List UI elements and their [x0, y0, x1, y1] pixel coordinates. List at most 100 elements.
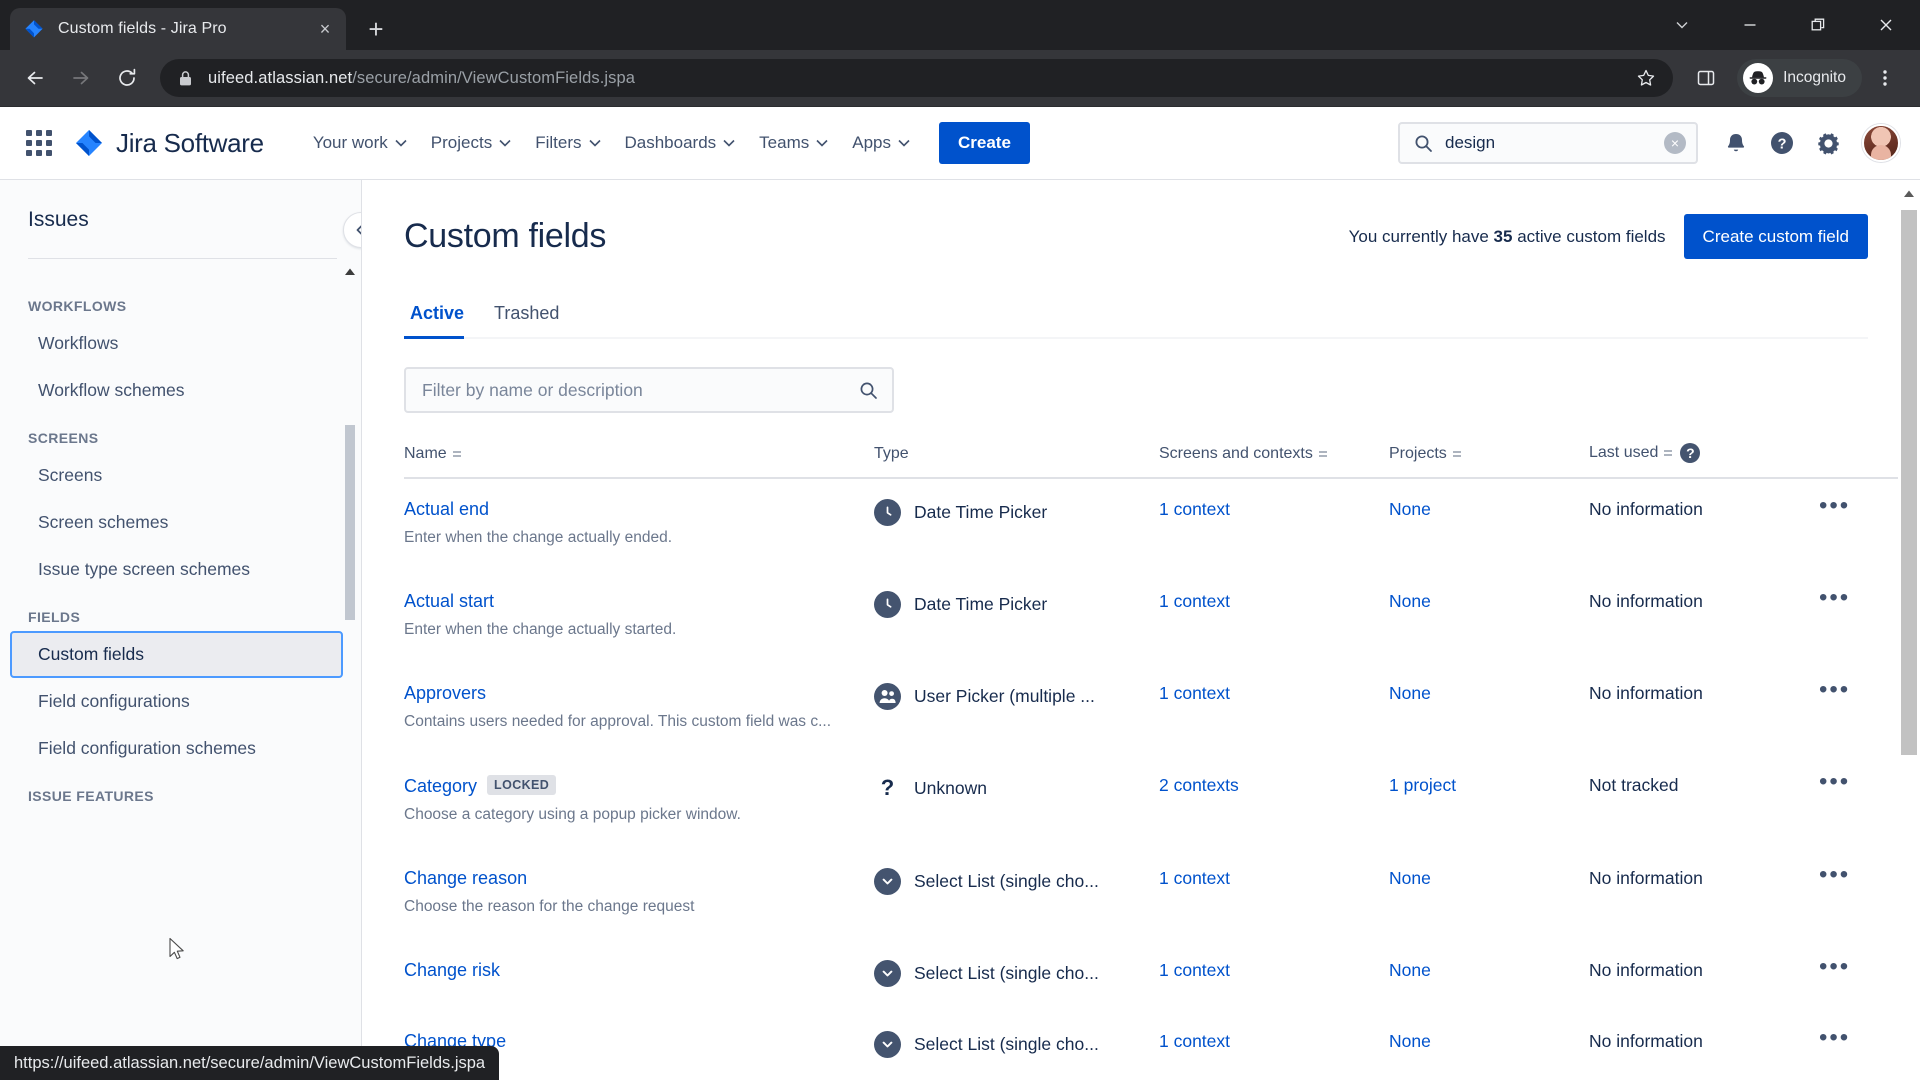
last-used-help-icon[interactable]: ? — [1680, 443, 1701, 463]
field-name-link[interactable]: Actual end — [404, 499, 489, 520]
scroll-up-arrow-icon[interactable] — [1903, 186, 1915, 204]
sidebar-item-screens[interactable]: Screens — [10, 452, 343, 499]
field-name-link[interactable]: Change reason — [404, 868, 527, 889]
column-header-screens-contexts-label: Screens and contexts — [1159, 445, 1313, 462]
column-header-last-used[interactable]: Last used ? — [1589, 443, 1819, 479]
column-header-screens-contexts[interactable]: Screens and contexts — [1159, 443, 1389, 479]
row-actions-menu-icon[interactable]: ••• — [1819, 585, 1909, 610]
new-tab-button[interactable]: + — [358, 11, 394, 47]
sidebar-item-screen-schemes[interactable]: Screen schemes — [10, 499, 343, 546]
field-name-link[interactable]: Actual start — [404, 591, 494, 612]
browser-tab[interactable]: Custom fields - Jira Pro × — [10, 8, 346, 50]
projects-link[interactable]: None — [1389, 1031, 1431, 1051]
contexts-link[interactable]: 1 context — [1159, 591, 1230, 611]
projects-link[interactable]: None — [1389, 960, 1431, 980]
chevron-down-icon — [588, 139, 601, 147]
nav-projects[interactable]: Projects — [420, 123, 522, 163]
tab-trashed[interactable]: Trashed — [488, 297, 569, 337]
sidebar-item-field-configurations[interactable]: Field configurations — [10, 678, 343, 725]
sidebar-item-issue-type-screen-schemes[interactable]: Issue type screen schemes — [10, 546, 343, 593]
field-name-link[interactable]: Category — [404, 776, 477, 797]
row-actions-menu-icon[interactable]: ••• — [1819, 1025, 1909, 1050]
clear-search-icon[interactable]: × — [1664, 132, 1686, 154]
field-description: Enter when the change actually ended. — [404, 529, 672, 546]
chevron-down-icon — [723, 139, 735, 147]
last-used-value: No information — [1589, 959, 1703, 980]
contexts-link[interactable]: 1 context — [1159, 1031, 1230, 1051]
projects-link[interactable]: None — [1389, 591, 1431, 611]
row-actions-menu-icon[interactable]: ••• — [1819, 493, 1909, 518]
contexts-link[interactable]: 1 context — [1159, 960, 1230, 980]
contexts-link[interactable]: 2 contexts — [1159, 775, 1239, 795]
filter-fields-input[interactable] — [404, 367, 894, 413]
row-actions-menu-icon[interactable]: ••• — [1819, 862, 1909, 887]
row-actions-menu-icon[interactable]: ••• — [1819, 769, 1909, 794]
sidebar-item-field-configuration-schemes[interactable]: Field configuration schemes — [10, 725, 343, 772]
settings-gear-icon[interactable] — [1806, 121, 1850, 165]
browser-tab-strip: Custom fields - Jira Pro × + — [0, 0, 1920, 50]
field-name-link[interactable]: Approvers — [404, 683, 486, 704]
address-bar[interactable]: uifeed.atlassian.net/secure/admin/ViewCu… — [160, 59, 1674, 97]
tab-active[interactable]: Active — [404, 297, 474, 339]
nav-dashboards-label: Dashboards — [624, 133, 717, 152]
app-switcher-icon[interactable] — [22, 126, 56, 160]
minimize-icon[interactable] — [1716, 0, 1784, 50]
row-actions-menu-icon[interactable]: ••• — [1819, 954, 1909, 979]
create-button[interactable]: Create — [939, 122, 1030, 164]
cell-projects: None — [1389, 848, 1589, 940]
browser-toolbar: uifeed.atlassian.net/secure/admin/ViewCu… — [0, 50, 1920, 107]
users-icon — [874, 682, 901, 710]
sidebar-item-workflow-schemes[interactable]: Workflow schemes — [10, 367, 343, 414]
reload-button[interactable] — [106, 57, 148, 99]
global-search-input[interactable]: design × — [1398, 122, 1698, 164]
custom-fields-table: Name Type Screens and contexts Projects — [404, 443, 1909, 1080]
sidebar-item-custom-fields[interactable]: Custom fields — [10, 631, 343, 678]
page-scrollbar-thumb[interactable] — [1901, 210, 1917, 755]
projects-link[interactable]: 1 project — [1389, 775, 1456, 795]
projects-link[interactable]: None — [1389, 683, 1431, 703]
sidebar-item-workflows[interactable]: Workflows — [10, 320, 343, 367]
create-custom-field-button[interactable]: Create custom field — [1683, 214, 1868, 259]
bookmark-star-icon[interactable] — [1631, 63, 1661, 93]
side-panel-icon[interactable] — [1685, 57, 1727, 99]
forward-button[interactable] — [60, 57, 102, 99]
jira-logo[interactable]: Jira Software — [74, 128, 264, 159]
scroll-up-arrow-icon[interactable] — [344, 264, 356, 275]
nav-your-work[interactable]: Your work — [302, 123, 418, 163]
projects-link[interactable]: None — [1389, 868, 1431, 888]
cell-last-used: No information — [1589, 940, 1819, 1011]
row-actions-menu-icon[interactable]: ••• — [1819, 677, 1909, 702]
column-header-projects[interactable]: Projects — [1389, 443, 1589, 479]
restore-icon[interactable] — [1784, 0, 1852, 50]
last-used-value: No information — [1589, 499, 1703, 519]
column-header-name[interactable]: Name — [404, 443, 874, 479]
mouse-cursor — [168, 937, 186, 966]
cell-contexts: 1 context — [1159, 663, 1389, 755]
sidebar-scrollbar-track[interactable] — [345, 260, 355, 1080]
filter-input[interactable] — [422, 379, 859, 401]
incognito-profile-button[interactable]: Incognito — [1737, 59, 1862, 97]
page-scrollbar-track[interactable] — [1898, 180, 1920, 1080]
avatar[interactable] — [1862, 124, 1900, 162]
back-button[interactable] — [14, 57, 56, 99]
contexts-link[interactable]: 1 context — [1159, 868, 1230, 888]
nav-teams[interactable]: Teams — [748, 123, 839, 163]
contexts-link[interactable]: 1 context — [1159, 683, 1230, 703]
close-window-icon[interactable] — [1852, 0, 1920, 50]
chrome-menu-icon[interactable] — [1864, 57, 1906, 99]
notifications-icon[interactable] — [1714, 121, 1758, 165]
nav-filters[interactable]: Filters — [524, 123, 611, 163]
search-icon — [1414, 134, 1433, 153]
projects-link[interactable]: None — [1389, 499, 1431, 519]
close-tab-icon[interactable]: × — [312, 16, 338, 42]
sidebar-scrollbar-thumb[interactable] — [345, 425, 355, 620]
nav-dashboards[interactable]: Dashboards — [614, 123, 747, 163]
nav-apps[interactable]: Apps — [841, 123, 921, 163]
help-icon[interactable]: ? — [1760, 121, 1804, 165]
chevron-down-icon[interactable] — [1648, 0, 1716, 50]
field-name-link[interactable]: Change risk — [404, 960, 500, 981]
svg-text:?: ? — [1778, 137, 1787, 153]
count-value: 35 — [1493, 226, 1513, 246]
sidebar-divider — [28, 258, 337, 259]
contexts-link[interactable]: 1 context — [1159, 499, 1230, 519]
